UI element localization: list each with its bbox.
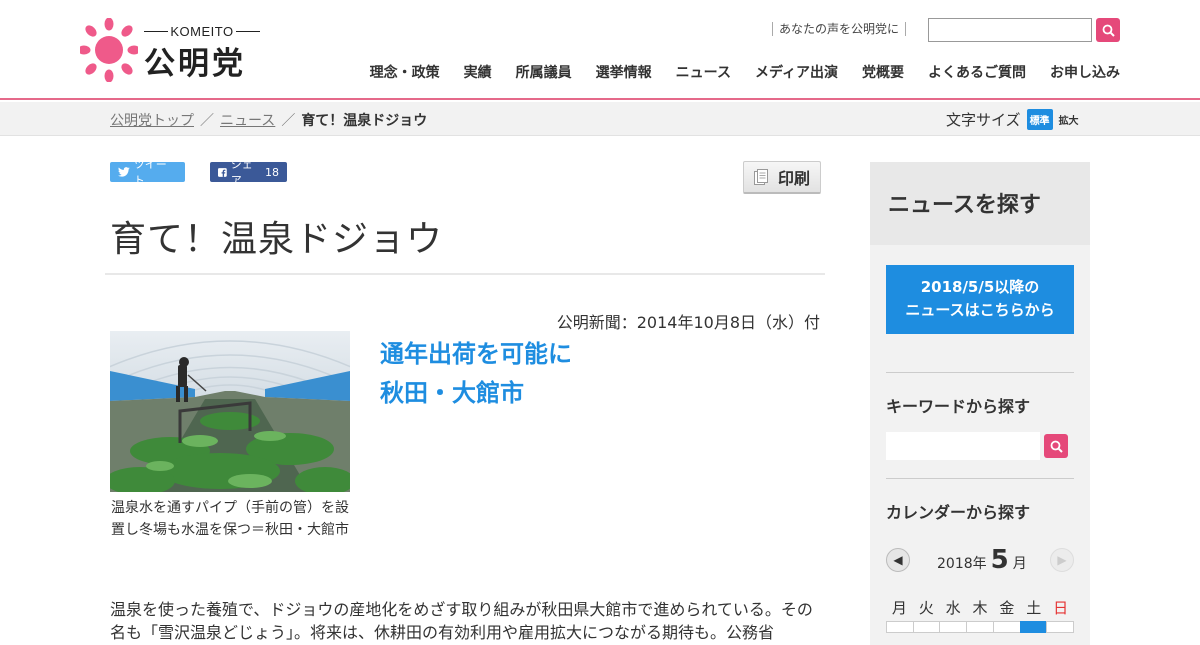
weekday-sat: 土 — [1026, 599, 1042, 617]
facebook-icon — [218, 167, 227, 177]
sidebar-heading: ニュースを探す — [870, 162, 1090, 245]
chevron-right-icon: ▶ — [1057, 553, 1067, 567]
nav-item-members[interactable]: 所属議員 — [516, 62, 572, 82]
subheading-line-1: 通年出荷を可能に — [380, 340, 572, 368]
photo-caption: 温泉水を通すパイプ（手前の管）を設置し冬場も水温を保つ＝秋田・大館市 — [111, 500, 349, 538]
font-size-large-button[interactable]: 拡大 — [1059, 112, 1079, 127]
nav-item-policy[interactable]: 理念・政策 — [370, 62, 440, 82]
voice-link[interactable]: あなたの声を公明党に — [772, 22, 907, 36]
logo-wordmark-en: KOMEITO — [144, 24, 260, 39]
header-search-input[interactable] — [928, 18, 1092, 42]
font-size-label: 文字サイズ — [946, 111, 1021, 129]
title-divider — [105, 273, 825, 275]
sidebar-divider — [886, 478, 1074, 479]
new-news-banner[interactable]: 2018/5/5以降の ニュースはこちらから — [886, 265, 1074, 334]
breadcrumb: 公明党トップ ／ ニュース ／ 育て！温泉ドジョウ — [110, 110, 427, 130]
banner-line-2: ニュースはこちらから — [905, 301, 1055, 319]
calendar-grid — [886, 621, 1075, 633]
font-size-switcher: 文字サイズ 標準 拡大 — [946, 109, 1079, 130]
facebook-share-count: 18 — [265, 165, 279, 179]
sun-logo-icon — [80, 18, 138, 82]
tweet-button[interactable]: ツイート — [110, 158, 185, 187]
breadcrumb-bar: 公明党トップ ／ ニュース ／ 育て！温泉ドジョウ 文字サイズ 標準 拡大 — [0, 102, 1200, 136]
article-subheading: 通年出荷を可能に 秋田・大館市 — [380, 335, 572, 413]
nav-item-media[interactable]: メディア出演 — [755, 62, 838, 82]
banner-line-1: 2018/5/5以降の — [920, 278, 1040, 296]
weekday-wed: 水 — [945, 599, 961, 617]
font-size-standard-button[interactable]: 標準 — [1026, 109, 1053, 130]
chevron-left-icon: ◀ — [893, 553, 903, 567]
weekday-mon: 月 — [891, 599, 907, 617]
nav-item-about[interactable]: 党概要 — [862, 62, 904, 82]
keyword-search-button[interactable] — [1044, 434, 1068, 458]
calendar-year: 2018年 — [937, 556, 987, 572]
calendar-month: 5 — [990, 545, 1009, 575]
subheading-line-2: 秋田・大館市 — [380, 379, 524, 407]
keyword-search-label: キーワードから探す — [886, 397, 1031, 416]
breadcrumb-item-news[interactable]: ニュース — [220, 113, 275, 129]
article-photo[interactable] — [110, 331, 350, 492]
calendar-day-cell[interactable] — [886, 621, 913, 633]
breadcrumb-separator: ／ — [281, 113, 296, 129]
calendar-day-cell-selected[interactable] — [1019, 621, 1047, 633]
document-icon — [753, 169, 768, 185]
nav-item-elections[interactable]: 選挙情報 — [596, 62, 652, 82]
article-title: 育て！温泉ドジョウ — [110, 219, 444, 260]
facebook-share-button[interactable]: シェア 18 — [210, 158, 287, 187]
print-label: 印刷 — [777, 169, 810, 188]
print-button[interactable]: 印刷 — [743, 161, 821, 194]
publication-date: 公明新聞：2014年10月8日（水）付 — [556, 313, 820, 332]
keyword-search-input[interactable] — [886, 432, 1040, 460]
search-icon — [1050, 440, 1063, 453]
sidebar-divider — [886, 372, 1074, 373]
calendar-next-button[interactable]: ▶ — [1050, 548, 1074, 572]
calendar-search-label: カレンダーから探す — [886, 503, 1031, 522]
calendar-day-cell[interactable] — [966, 621, 993, 633]
greenhouse-pond-photo — [110, 331, 350, 492]
breadcrumb-item-top[interactable]: 公明党トップ — [110, 113, 194, 129]
calendar-month-title: 2018年 5 月 — [937, 545, 1027, 575]
calendar-day-cell[interactable] — [912, 621, 940, 633]
facebook-share-label: シェア — [230, 158, 253, 187]
article-body: 温泉を使った養殖で、ドジョウの産地化をめざす取り組みが秋田県大館市で進められてい… — [110, 600, 813, 642]
calendar-day-cell[interactable] — [1046, 621, 1075, 633]
weekday-thu: 木 — [972, 599, 988, 617]
nav-item-achievements[interactable]: 実績 — [464, 62, 492, 82]
calendar-day-cell[interactable] — [992, 621, 1020, 633]
nav-item-faq[interactable]: よくあるご質問 — [928, 62, 1026, 82]
logo-wordmark-jp: 公明党 — [144, 46, 246, 82]
weekday-fri: 金 — [999, 599, 1015, 617]
search-icon — [1102, 24, 1115, 37]
breadcrumb-separator: ／ — [200, 113, 214, 129]
calendar-weekday-header: 月 火 水 木 金 土 日 — [886, 597, 1074, 618]
nav-item-apply[interactable]: お申し込み — [1050, 62, 1120, 82]
weekday-tue: 火 — [918, 599, 934, 617]
komeito-logo[interactable]: KOMEITO 公明党 — [80, 18, 270, 84]
breadcrumb-current: 育て！温泉ドジョウ — [301, 113, 428, 129]
calendar-month-suffix: 月 — [1012, 556, 1027, 572]
tweet-label: ツイート — [133, 158, 167, 187]
weekday-sun: 日 — [1053, 599, 1069, 617]
nav-item-news[interactable]: ニュース — [676, 62, 731, 82]
site-header: KOMEITO 公明党 あなたの声を公明党に 理念・政策 実績 所属議員 選挙情… — [0, 0, 1200, 100]
calendar-prev-button[interactable]: ◀ — [886, 548, 910, 572]
global-nav: 理念・政策 実績 所属議員 選挙情報 ニュース メディア出演 党概要 よくあるご… — [370, 62, 1120, 82]
calendar-day-cell[interactable] — [939, 621, 967, 633]
twitter-icon — [118, 167, 130, 177]
header-search-button[interactable] — [1096, 18, 1120, 42]
